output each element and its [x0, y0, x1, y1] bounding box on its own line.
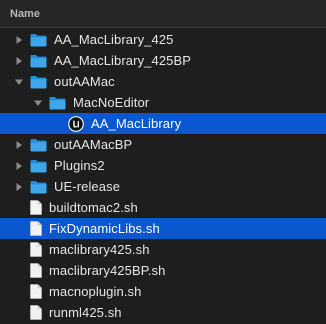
document-icon [30, 221, 42, 236]
document-icon [30, 200, 42, 215]
file-row[interactable]: buildtomac2.sh [0, 197, 326, 218]
file-row[interactable]: macnoplugin.sh [0, 281, 326, 302]
disclosure-expanded-icon[interactable] [14, 77, 24, 87]
folder-icon [30, 54, 47, 68]
item-label: buildtomac2.sh [49, 200, 138, 215]
folder-row[interactable]: outAAMac [0, 71, 326, 92]
item-label: Plugins2 [54, 158, 105, 173]
item-label: outAAMac [54, 74, 115, 89]
file-row[interactable]: maclibrary425.sh [0, 239, 326, 260]
disclosure-collapsed-icon[interactable] [14, 182, 24, 192]
name-column-label: Name [10, 7, 40, 20]
folder-row[interactable]: outAAMacBP [0, 134, 326, 155]
folder-icon [30, 159, 47, 173]
folder-icon [49, 96, 66, 110]
folder-row[interactable]: AA_MacLibrary_425 [0, 29, 326, 50]
disclosure-collapsed-icon[interactable] [14, 56, 24, 66]
item-label: UE-release [54, 179, 121, 194]
item-label: runml425.sh [49, 305, 122, 320]
item-label: AA_MacLibrary [91, 116, 182, 131]
folder-icon [30, 75, 47, 89]
folder-icon [30, 180, 47, 194]
folder-icon [30, 138, 47, 152]
item-label: FixDynamicLibs.sh [49, 221, 160, 236]
folder-row[interactable]: AA_MacLibrary_425BP [0, 50, 326, 71]
document-icon [30, 284, 42, 299]
folder-row[interactable]: MacNoEditor [0, 92, 326, 113]
document-icon [30, 263, 42, 278]
item-label: AA_MacLibrary_425BP [54, 53, 192, 68]
item-label: maclibrary425.sh [49, 242, 150, 257]
disclosure-collapsed-icon[interactable] [14, 140, 24, 150]
item-label: maclibrary425BP.sh [49, 263, 166, 278]
item-label: MacNoEditor [73, 95, 150, 110]
file-row[interactable]: FixDynamicLibs.sh [0, 218, 326, 239]
name-column-header[interactable]: Name [0, 0, 326, 28]
item-label: AA_MacLibrary_425 [54, 32, 174, 47]
file-row[interactable]: runml425.sh [0, 302, 326, 323]
app-row[interactable]: AA_MacLibrary [0, 113, 326, 134]
unreal-engine-icon [68, 115, 84, 132]
folder-icon [30, 33, 47, 47]
folder-row[interactable]: UE-release [0, 176, 326, 197]
disclosure-collapsed-icon[interactable] [14, 161, 24, 171]
file-row[interactable]: maclibrary425BP.sh [0, 260, 326, 281]
disclosure-collapsed-icon[interactable] [14, 35, 24, 45]
folder-row[interactable]: Plugins2 [0, 155, 326, 176]
document-icon [30, 305, 42, 320]
disclosure-expanded-icon[interactable] [33, 98, 43, 108]
item-label: macnoplugin.sh [49, 284, 142, 299]
item-label: outAAMacBP [54, 137, 133, 152]
document-icon [30, 242, 42, 257]
finder-list-view: Name AA_MacLibrary_425 AA_MacLibrary_425B… [0, 0, 326, 324]
